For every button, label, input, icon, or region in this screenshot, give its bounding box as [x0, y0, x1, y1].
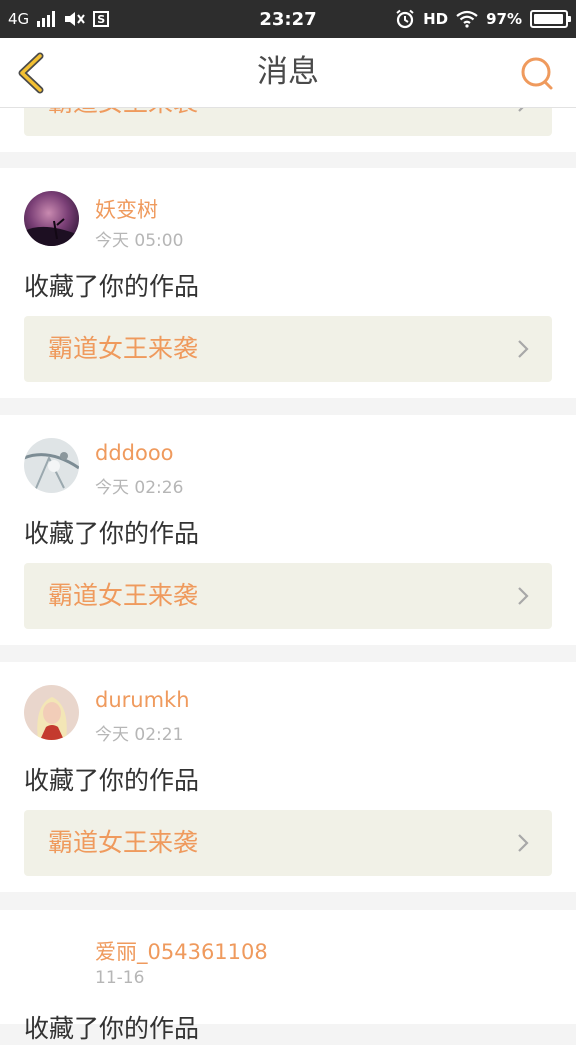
- wifi-icon: [456, 10, 478, 28]
- chevron-right-icon: [518, 340, 529, 358]
- message-card: 妖变树 今天 05:00 收藏了你的作品 霸道女王来袭: [0, 168, 576, 398]
- timestamp: 今天 02:21: [95, 725, 184, 745]
- work-title: 霸道女王来袭: [48, 334, 199, 363]
- work-title: 霸道女王来袭: [48, 581, 199, 610]
- status-bar: 4G S 23:27 HD 97%: [0, 0, 576, 38]
- battery-fill: [534, 14, 563, 24]
- work-link[interactable]: 霸道女王来袭: [24, 563, 552, 629]
- username[interactable]: durumkh: [95, 688, 190, 712]
- timestamp: 今天 05:00: [95, 231, 184, 251]
- username[interactable]: 妖变树: [95, 194, 158, 224]
- hd-label: HD: [423, 10, 449, 28]
- alarm-icon: [396, 9, 414, 29]
- work-link[interactable]: 霸道女王来袭: [24, 316, 552, 382]
- battery-icon: [530, 10, 571, 28]
- chevron-right-icon: [518, 834, 529, 852]
- action-text: 收藏了你的作品: [24, 1014, 200, 1043]
- page-title: 消息: [257, 54, 319, 90]
- action-text: 收藏了你的作品: [24, 766, 200, 795]
- status-right: HD 97%: [395, 0, 571, 38]
- chevron-right-icon: [518, 587, 529, 605]
- top-nav-bar: 消息: [0, 38, 576, 108]
- work-title: 霸道女王来袭: [48, 828, 199, 857]
- battery-percent: 97%: [486, 10, 522, 28]
- timestamp: 11-16: [95, 968, 145, 988]
- action-text: 收藏了你的作品: [24, 519, 200, 548]
- username[interactable]: dddooo: [95, 441, 174, 465]
- username[interactable]: 爱丽_054361108: [95, 936, 268, 966]
- avatar[interactable]: [24, 685, 79, 740]
- avatar[interactable]: [24, 191, 79, 246]
- timestamp: 今天 02:26: [95, 478, 184, 498]
- message-card: dddooo 今天 02:26 收藏了你的作品 霸道女王来袭: [0, 415, 576, 645]
- action-text: 收藏了你的作品: [24, 272, 200, 301]
- avatar[interactable]: [24, 438, 79, 493]
- message-card: 爱丽_054361108 11-16 收藏了你的作品: [0, 910, 576, 1043]
- work-link[interactable]: 霸道女王来袭: [24, 810, 552, 876]
- message-card: durumkh 今天 02:21 收藏了你的作品 霸道女王来袭: [0, 662, 576, 892]
- search-icon[interactable]: [518, 55, 556, 93]
